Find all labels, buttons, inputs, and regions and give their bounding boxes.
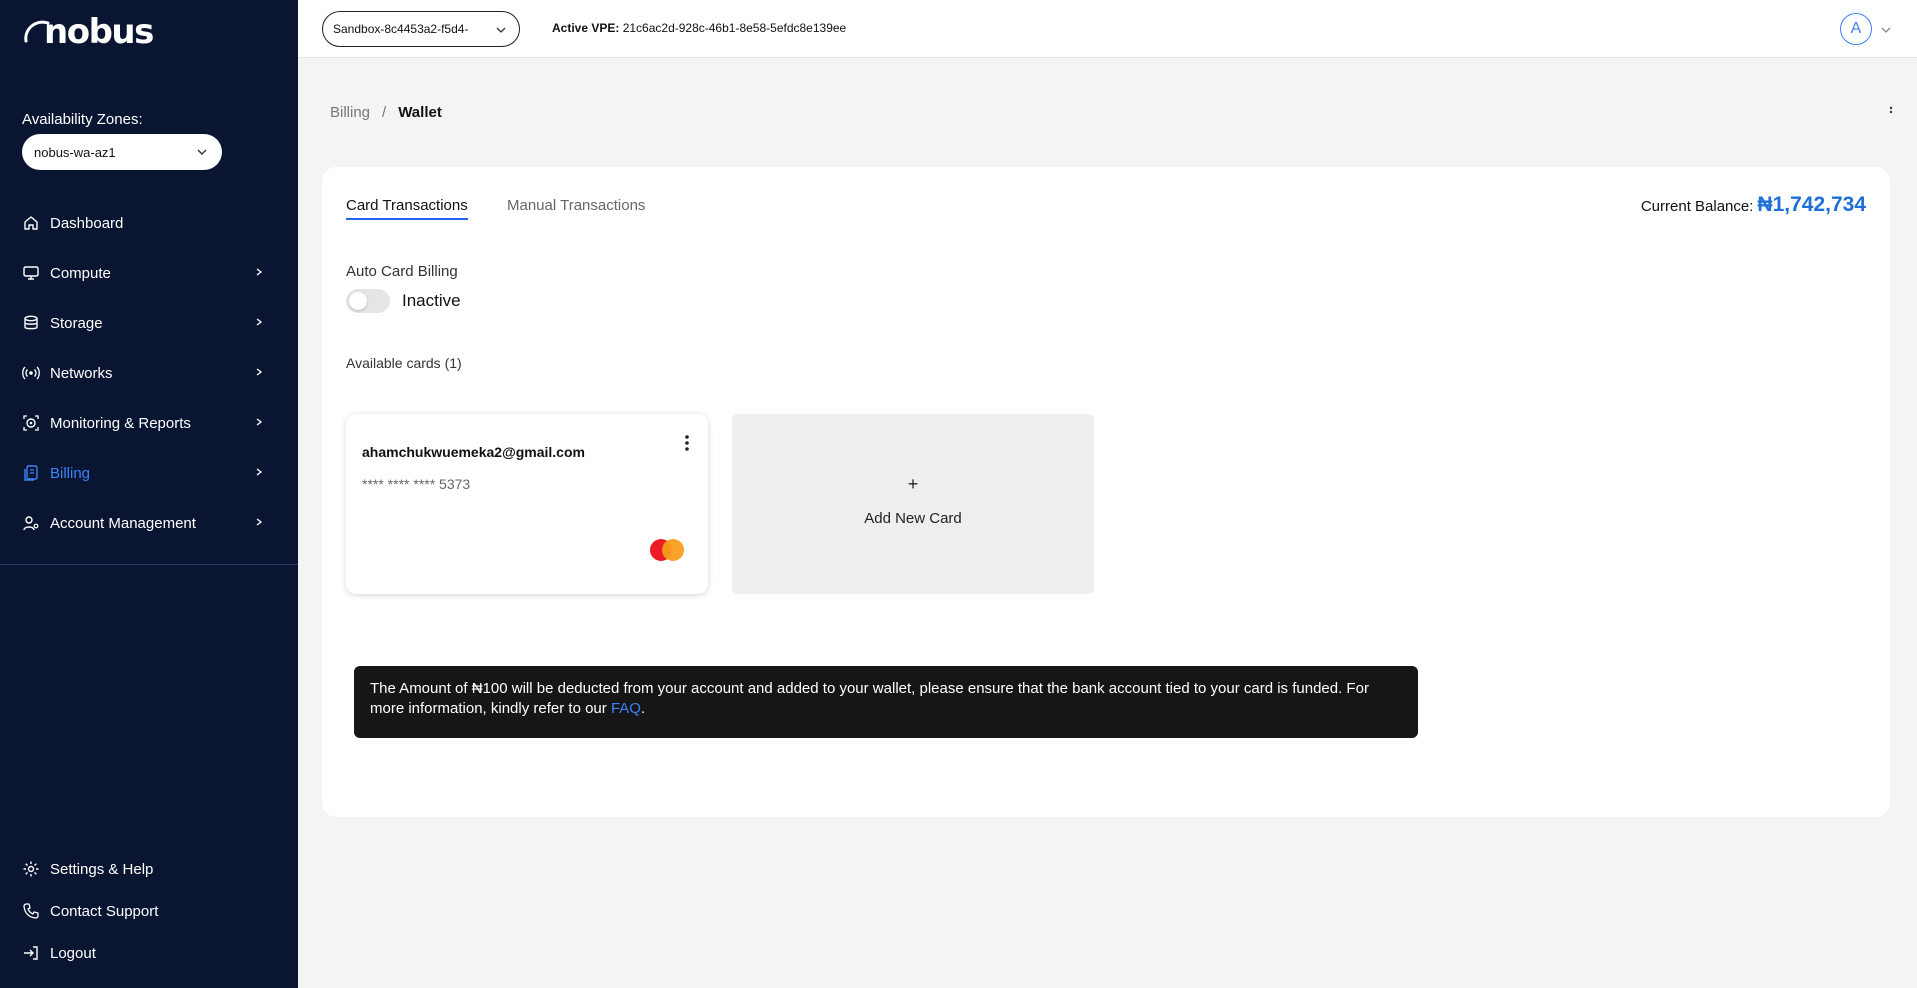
phone-icon [22,902,40,920]
sidebar-bottom-nav: Settings & Help Contact Support Logout [0,848,298,974]
breadcrumb-wallet: Wallet [398,104,442,121]
sidebar-nav: Dashboard Compute Storage Networks Monit… [0,198,298,548]
avatar[interactable]: A [1840,13,1872,45]
more-options-icon[interactable] [1888,104,1894,120]
sidebar-item-label: Compute [50,264,111,282]
availability-zone-value: nobus-wa-az1 [34,144,116,160]
chevron-down-icon [496,27,506,33]
chevron-down-icon[interactable] [1880,24,1892,36]
breadcrumb-billing[interactable]: Billing [330,104,370,121]
auto-card-billing-label: Auto Card Billing [346,263,458,280]
notice-text: The Amount of ₦100 will be deducted from… [370,680,1369,717]
availability-zones-label: Availability Zones: [22,111,143,128]
tab-manual-transactions[interactable]: Manual Transactions [507,197,645,218]
logout-icon [22,944,40,962]
database-icon [22,314,40,332]
card-email: ahamchukwuemeka2@gmail.com [362,444,585,460]
sidebar-item-label: Contact Support [50,902,159,920]
sidebar-item-label: Dashboard [50,214,124,232]
sidebar-item-settings-help[interactable]: Settings & Help [0,848,298,890]
add-new-card-button[interactable]: + Add New Card [732,414,1094,594]
billing-icon [22,464,40,482]
nobus-logo[interactable]: nobus [22,12,154,52]
vpe-select[interactable]: Sandbox-8c4453a2-f5d4- [322,11,520,47]
funding-notice: The Amount of ₦100 will be deducted from… [354,666,1418,738]
sidebar-item-label: Networks [50,364,113,382]
top-bar: Sandbox-8c4453a2-f5d4- Active VPE: 21c6a… [298,0,1917,58]
toggle-knob [349,292,367,310]
sidebar: nobus Availability Zones: nobus-wa-az1 D… [0,0,298,988]
sidebar-item-contact-support[interactable]: Contact Support [0,890,298,932]
tab-card-transactions[interactable]: Card Transactions [346,197,468,220]
sidebar-item-label: Monitoring & Reports [50,414,191,432]
chevron-down-icon [197,149,207,155]
active-vpe-label: Active VPE: [552,21,620,35]
wallet-panel: Card Transactions Manual Transactions Cu… [322,167,1890,817]
balance-label: Current Balance: [1640,198,1754,215]
current-balance: Current Balance: ₦1,742,734 [1641,193,1866,217]
card-number: **** **** **** 5373 [362,476,471,492]
network-icon [22,364,40,382]
chevron-right-icon [256,318,263,326]
monitoring-icon [22,414,40,432]
mastercard-icon [650,539,684,561]
sidebar-item-billing[interactable]: Billing [0,448,298,498]
auto-card-billing-toggle[interactable] [346,289,390,313]
sidebar-item-networks[interactable]: Networks [0,348,298,398]
sidebar-item-label: Billing [50,464,91,482]
sidebar-item-storage[interactable]: Storage [0,298,298,348]
plus-icon: + [907,474,919,494]
gear-icon [22,860,40,878]
user-settings-icon [22,514,40,532]
chevron-right-icon [256,268,263,276]
monitor-icon [22,264,40,282]
breadcrumb-separator: / [382,104,387,121]
add-new-card-label: Add New Card [864,510,962,527]
sidebar-item-account-management[interactable]: Account Management [0,498,298,548]
available-cards-label: Available cards (1) [346,355,462,371]
availability-zone-select[interactable]: nobus-wa-az1 [22,134,222,170]
sidebar-item-label: Logout [50,944,96,962]
chevron-right-icon [256,368,263,376]
sidebar-item-dashboard[interactable]: Dashboard [0,198,298,248]
vpe-select-value: Sandbox-8c4453a2-f5d4- [333,22,469,36]
notice-end: . [640,700,646,717]
sidebar-item-label: Account Management [50,514,196,532]
sidebar-divider [0,564,298,565]
sidebar-item-compute[interactable]: Compute [0,248,298,298]
sidebar-item-logout[interactable]: Logout [0,932,298,974]
card-options-icon[interactable] [684,434,690,452]
auto-card-billing-state: Inactive [402,291,461,310]
sidebar-item-label: Settings & Help [50,860,154,878]
logo-text: nobus [44,12,154,52]
active-vpe: Active VPE: 21c6ac2d-928c-46b1-8e58-5efd… [552,21,846,35]
sidebar-item-label: Storage [50,314,103,332]
chevron-right-icon [256,418,263,426]
chevron-right-icon [256,518,263,526]
home-icon [22,214,40,232]
sidebar-item-monitoring-reports[interactable]: Monitoring & Reports [0,398,298,448]
faq-link[interactable]: FAQ [611,700,641,717]
balance-value: ₦1,742,734 [1757,193,1866,216]
breadcrumb: Billing / Wallet [330,104,442,121]
active-vpe-value: 21c6ac2d-928c-46b1-8e58-5efdc8e139ee [622,21,847,35]
chevron-right-icon [256,468,263,476]
payment-card[interactable]: ahamchukwuemeka2@gmail.com **** **** ***… [346,414,708,594]
